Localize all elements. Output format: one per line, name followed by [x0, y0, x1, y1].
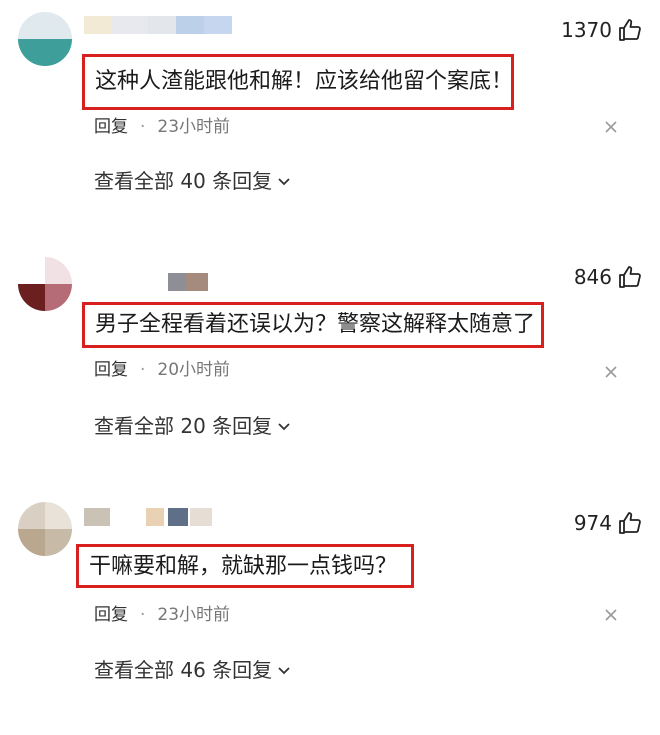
comment-item: 974 干嘛要和解，就缺那一点钱吗？ 回复 · 23小时前 查看全部 46 条回复 — [0, 490, 660, 735]
close-icon[interactable] — [604, 365, 618, 379]
timestamp: 20小时前 — [157, 360, 231, 380]
thumbs-up-icon[interactable] — [618, 511, 642, 535]
view-all-label: 查看全部 20 条回复 — [94, 414, 273, 438]
view-all-replies-button[interactable]: 查看全部 46 条回复 — [94, 657, 290, 683]
view-all-replies-button[interactable]: 查看全部 20 条回复 — [94, 413, 290, 439]
reply-button[interactable]: 回复 — [94, 360, 128, 380]
comment-meta: 回复 · 20小时前 — [94, 360, 231, 380]
chevron-down-icon — [278, 178, 290, 186]
thumbs-up-icon[interactable] — [618, 265, 642, 289]
like-count: 1370 — [561, 18, 612, 42]
username-blurred[interactable] — [84, 269, 234, 293]
comment-meta: 回复 · 23小时前 — [94, 605, 231, 625]
timestamp: 23小时前 — [157, 117, 231, 137]
view-all-replies-button[interactable]: 查看全部 40 条回复 — [94, 168, 290, 194]
view-all-label: 查看全部 46 条回复 — [94, 658, 273, 682]
avatar[interactable] — [18, 12, 72, 66]
reply-button[interactable]: 回复 — [94, 605, 128, 625]
chevron-down-icon — [278, 667, 290, 675]
comment-text: 这种人渣能跟他和解！应该给他留个案底！ — [82, 54, 514, 110]
username-blurred[interactable] — [84, 504, 234, 528]
comment-text: 男子全程看着还误以为？警察这解释太随意了 — [82, 302, 544, 348]
close-icon[interactable] — [604, 608, 618, 622]
avatar[interactable] — [18, 257, 72, 311]
thumbs-up-icon[interactable] — [618, 18, 642, 42]
avatar[interactable] — [18, 502, 72, 556]
like-count: 846 — [573, 265, 612, 289]
view-all-label: 查看全部 40 条回复 — [94, 169, 273, 193]
comment-item: 846 男子全程看着还误以为？警察这解释太随意了 回复 · 20小时前 查看全部 2… — [0, 245, 660, 490]
chevron-down-icon — [278, 423, 290, 431]
reply-button[interactable]: 回复 — [94, 117, 128, 137]
comment-item: 1370 这种人渣能跟他和解！应该给他留个案底！ 回复 · 23小时前 查看全部 4… — [0, 0, 660, 245]
like-count: 974 — [573, 511, 612, 535]
username-blurred[interactable] — [84, 12, 234, 36]
close-icon[interactable] — [604, 120, 618, 134]
comment-meta: 回复 · 23小时前 — [94, 117, 231, 137]
comment-text: 干嘛要和解，就缺那一点钱吗？ — [76, 544, 414, 588]
timestamp: 23小时前 — [157, 605, 231, 625]
